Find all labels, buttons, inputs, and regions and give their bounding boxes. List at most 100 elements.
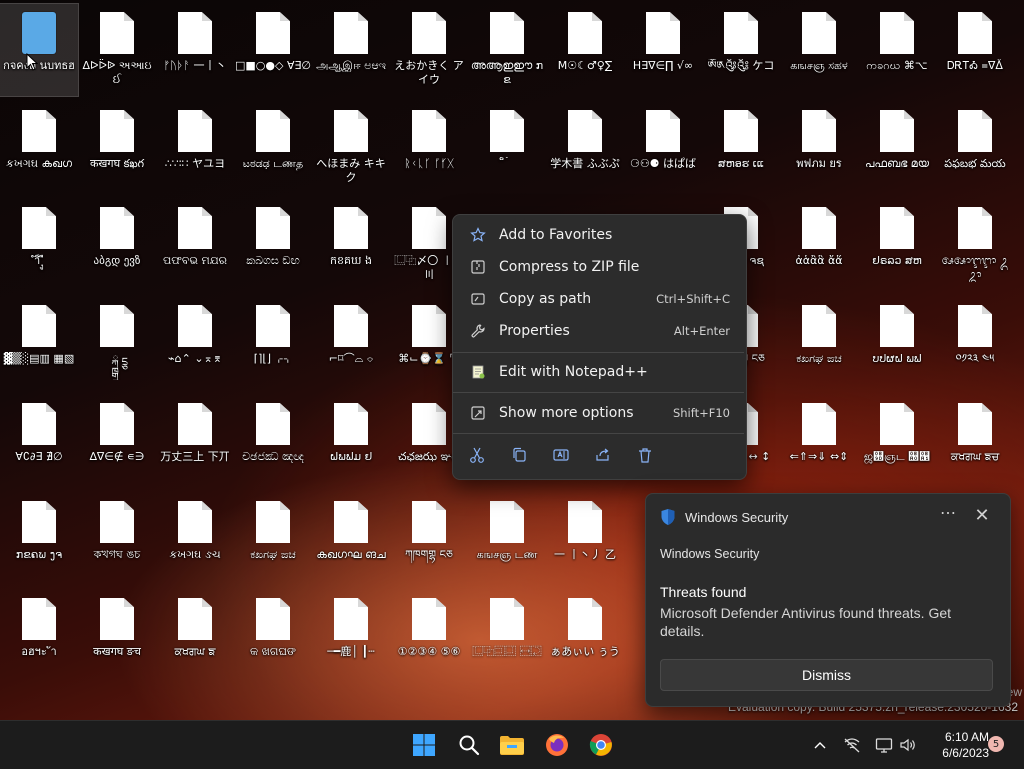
desktop-file-icon[interactable]: ⇐⇑⇒⇓ ⇔⇕ [780, 395, 858, 487]
desktop-file-icon[interactable]: ἀἁἂἃ ἄἅ [780, 199, 858, 291]
desktop-file-icon[interactable]: ∀∁∂∃ ∄∅ [0, 395, 78, 487]
desktop-file-icon[interactable]: ຢຣລວ ສຫ [858, 199, 936, 291]
more-options-button[interactable]: ⋯ [933, 504, 963, 528]
desktop-file-icon[interactable]: പഫബഭ മയ [858, 102, 936, 194]
desktop-file-icon[interactable]: કખગઘ ઙચ [156, 493, 234, 585]
desktop-file-icon[interactable]: ∴∵∶∷ ヤユヨ [156, 102, 234, 194]
desktop-file-icon[interactable]: ಕಖಗಘ ಙಚ [780, 297, 858, 389]
menu-item-compress-zip[interactable]: Compress to ZIP file [457, 251, 742, 283]
desktop-file-icon[interactable]: ກຂຄຆ ງຈ [0, 493, 78, 585]
menu-item-properties[interactable]: Properties Alt+Enter [457, 315, 742, 347]
desktop-file-icon[interactable]: ำิีึ ืุู [0, 199, 78, 291]
desktop-file-icon[interactable]: ᎠᎡᎢᎣ ᐀ᐁᐂ [936, 4, 1014, 96]
security-toast-notification[interactable]: Windows Security ⋯ ✕ Windows Security Th… [645, 493, 1011, 707]
desktop-file-icon[interactable]: อฮฯะ ัา [0, 590, 78, 682]
desktop-file-icon[interactable]: ສຫອຮ ເແ [702, 102, 780, 194]
toast-subtitle: Windows Security [660, 547, 760, 561]
desktop-file-icon[interactable]: ບປຜຝ ພຟ [858, 297, 936, 389]
desktop-file-icon[interactable]: ༠༡༢༣ ༤༥ [936, 297, 1014, 389]
desktop-file-icon[interactable]: ⌈⌉⌊⌋ ⌌⌍ [234, 297, 312, 389]
desktop-file-icon[interactable]: ∆∇∈∉ ∊∋ [78, 395, 156, 487]
chrome-icon[interactable] [583, 729, 619, 761]
desktop-file-icon[interactable]: ਕਖਗਘ ਙ [156, 590, 234, 682]
delete-icon[interactable] [625, 441, 665, 469]
desktop-file-icon[interactable]: කඛගඝ ඞඟ [234, 199, 312, 291]
system-clock[interactable]: 6:10 AM 6/6/2023 [925, 729, 989, 761]
desktop-file-icon[interactable]: චඡජඣ ඤඥ [234, 395, 312, 487]
desktop-file-icon[interactable]: கஙசஞ டண [468, 493, 546, 585]
share-icon[interactable] [583, 441, 623, 469]
cut-icon[interactable] [457, 441, 497, 469]
desktop-file-icon[interactable]: କ ଖଗଘଙ [234, 590, 312, 682]
desktop-file-icon[interactable]: કખગઘ കഖഗ [0, 102, 78, 194]
file-explorer-icon[interactable] [494, 729, 530, 761]
desktop-file-icon[interactable]: कखगघ ङच [78, 590, 156, 682]
firefox-icon[interactable] [539, 729, 575, 761]
desktop-file-icon[interactable]: ପଫବଭ ମଯର [156, 199, 234, 291]
desktop-file-icon[interactable]: పఫబభ మయ [936, 102, 1014, 194]
desktop-file-icon[interactable]: ⚆⚇⚈ はぱば [624, 102, 702, 194]
desktop-file-icon[interactable]: ಟಠಡಢ டணத [234, 102, 312, 194]
desktop-file-label: ▓▒░▤▥ ▦▧ [3, 352, 75, 365]
desktop-file-icon[interactable]: ⼀ ⼁⼂⼃ ⼄ [546, 493, 624, 585]
desktop-file-icon[interactable]: H∃∇∈∏ √∞ [624, 4, 702, 96]
copy-icon[interactable] [499, 441, 539, 469]
desktop-file-icon[interactable]: พฟภม ยร [780, 102, 858, 194]
file-icon [412, 403, 446, 445]
desktop-file-icon[interactable]: ᚱᚲᚳᚴ ᚵᚶᚷ [390, 102, 468, 194]
menu-item-edit-with-notepad-plus-plus[interactable]: Edit with Notepad++ [457, 356, 742, 388]
network-disconnected-icon[interactable] [842, 735, 862, 755]
menu-item-show-more-options[interactable]: Show more options Shift+F10 [457, 397, 742, 429]
desktop-file-icon[interactable]: ကခဂဃ ⌘⌥ [858, 4, 936, 96]
desktop-file-icon[interactable]: கஙசஞ ಸಹಳ [780, 4, 858, 96]
desktop-file-icon[interactable]: ─━鹿│ ┃┄ [312, 590, 390, 682]
desktop-file-icon[interactable]: ็่้๊ ๋์ [468, 102, 546, 194]
desktop-file-icon[interactable]: ᬅᬆᬇᬈ ᬉᬊ [936, 199, 1014, 291]
desktop-file-icon[interactable]: 学木書 ふぶぷ [546, 102, 624, 194]
menu-item-add-to-favorites[interactable]: Add to Favorites [457, 219, 742, 251]
desktop-file-icon[interactable]: ▓▒░▤▥ ▦▧ [0, 297, 78, 389]
file-icon [256, 501, 290, 543]
desktop-file-icon[interactable]: ⿺⿻⿼⿽ ⿾⿿ [468, 590, 546, 682]
rename-icon[interactable] [541, 441, 581, 469]
desktop-file-icon[interactable]: ⌐⌑⌒⌓ ⌔ [312, 297, 390, 389]
desktop-file-icon[interactable]: কখগঘ ঙচ [78, 493, 156, 585]
desktop-file-label: ຢຣລວ ສຫ [872, 254, 922, 267]
desktop-file-icon[interactable]: കഖഗഘ ങച [312, 493, 390, 585]
desktop-file-icon[interactable]: へほまみ キキク [312, 102, 390, 194]
desktop-file-icon[interactable]: កខគឃ ង [312, 199, 390, 291]
display-icon[interactable] [874, 735, 894, 755]
menu-item-copy-as-path[interactable]: Copy as path Ctrl+Shift+C [457, 283, 742, 315]
close-button[interactable]: ✕ [968, 504, 996, 528]
desktop-file-icon[interactable]: ཀཁགགྷ ངཅ [390, 493, 468, 585]
desktop-file-icon[interactable]: ຝພຟມ ຢ [312, 395, 390, 487]
desktop-file-icon[interactable]: ⌁⌂⌃ ⌄⌅⌆ [156, 297, 234, 389]
desktop-file-icon[interactable]: えおかきく アイウ [390, 4, 468, 96]
desktop-file-icon[interactable]: அஆஇஈ ಅಆಇ [312, 4, 390, 96]
dismiss-button[interactable]: Dismiss [660, 659, 993, 691]
desktop-file-icon[interactable]: ぁあぃい ぅう [546, 590, 624, 682]
desktop-file-icon[interactable]: ①②③④ ⑤⑥ [390, 590, 468, 682]
desktop-file-icon[interactable]: ಕಖಗಘ ಙಚ [234, 493, 312, 585]
desktop-file-icon[interactable]: ᐃᐅᐇᐉ અઆઇઈ [78, 4, 156, 96]
desktop-file-icon[interactable]: □■○●◇ ∀∃∅ [234, 4, 312, 96]
desktop-file-icon[interactable]: അആഇഈ ກຂ [468, 4, 546, 96]
search-icon[interactable] [451, 729, 487, 761]
desktop-file-icon[interactable]: ਕਖਗਘ ਙਚ [936, 395, 1014, 487]
windows-start-icon[interactable] [406, 729, 442, 761]
desktop-file-icon[interactable]: ஜ஝ஞட ஠஡ [858, 395, 936, 487]
chevron-up-icon[interactable] [812, 735, 828, 755]
desktop-file-icon[interactable]: ༀ༁༂༃ ケコ [702, 4, 780, 96]
desktop-file-icon[interactable]: ྐྑྒྒྷ ྔྕ [78, 297, 156, 389]
desktop-file-icon[interactable]: M☉☾♂♀∑ [546, 4, 624, 96]
desktop-file-icon[interactable]: กจคงต นบทธฮ [0, 3, 79, 97]
desktop-file-icon[interactable]: ᚠᚢᚦᚨ ⼀⼁⼂ [156, 4, 234, 96]
volume-icon[interactable] [898, 735, 918, 755]
desktop-file-label: ∀∁∂∃ ∄∅ [15, 450, 63, 463]
desktop-file-label: พฟภม ยร [796, 157, 842, 170]
file-icon [178, 403, 212, 445]
desktop-file-icon[interactable]: აბგდ ევზ [78, 199, 156, 291]
notification-badge[interactable]: 5 [988, 736, 1004, 752]
desktop-file-icon[interactable]: 万丈三上 下丌 [156, 395, 234, 487]
desktop-file-icon[interactable]: कखगघ కఖగ [78, 102, 156, 194]
